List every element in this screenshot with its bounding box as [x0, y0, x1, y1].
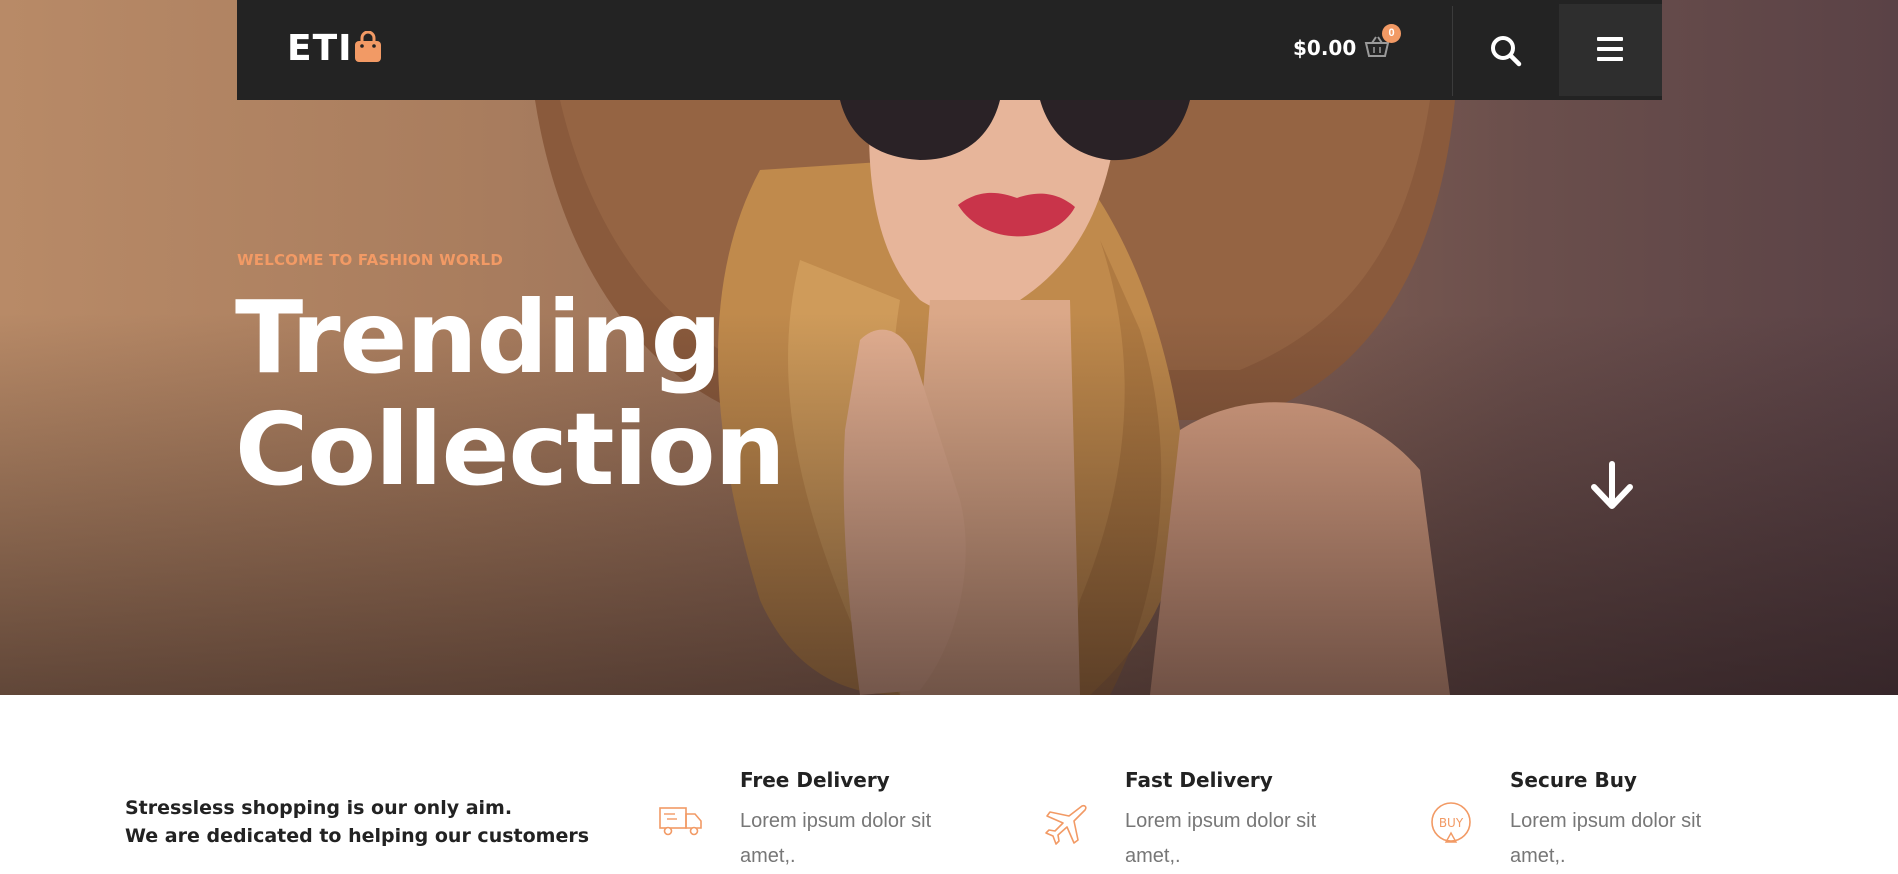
tagline-line1: Stressless shopping is our only aim. — [125, 797, 513, 819]
hero-headline-line1: Trending — [235, 279, 722, 396]
site-logo[interactable]: ETI — [287, 28, 353, 69]
search-icon — [1491, 36, 1522, 67]
feature-title: Free Delivery — [740, 768, 890, 792]
feature-title: Secure Buy — [1510, 768, 1637, 792]
features-tagline: Stressless shopping is our only aim. We … — [125, 794, 589, 850]
feature-title: Fast Delivery — [1125, 768, 1273, 792]
airplane-icon — [1045, 804, 1087, 845]
arrow-down-icon[interactable] — [1589, 461, 1635, 511]
site-header — [237, 0, 1662, 100]
tagline-line2: We are dedicated to helping our customer… — [125, 825, 590, 847]
buy-badge-label: BUY — [1439, 816, 1464, 830]
feature-description: Lorem ipsum dolor sit amet,. — [1510, 810, 1702, 867]
buy-badge-icon: BUY — [1431, 802, 1471, 843]
search-button[interactable] — [1453, 0, 1558, 100]
cart-count-badge: 0 — [1382, 24, 1401, 43]
hero-headline: Trending Collection — [235, 279, 786, 508]
hero-headline-line2: Collection — [235, 391, 786, 508]
shopping-bag-icon — [355, 31, 381, 62]
truck-icon — [659, 807, 702, 836]
cart-total[interactable]: $0.00 — [1293, 36, 1356, 60]
feature-description: Lorem ipsum dolor sit amet,. — [740, 810, 932, 867]
feature-description: Lorem ipsum dolor sit amet,. — [1125, 810, 1317, 867]
hero-eyebrow: WELCOME TO FASHION WORLD — [237, 251, 503, 269]
menu-toggle-button[interactable] — [1559, 4, 1662, 96]
